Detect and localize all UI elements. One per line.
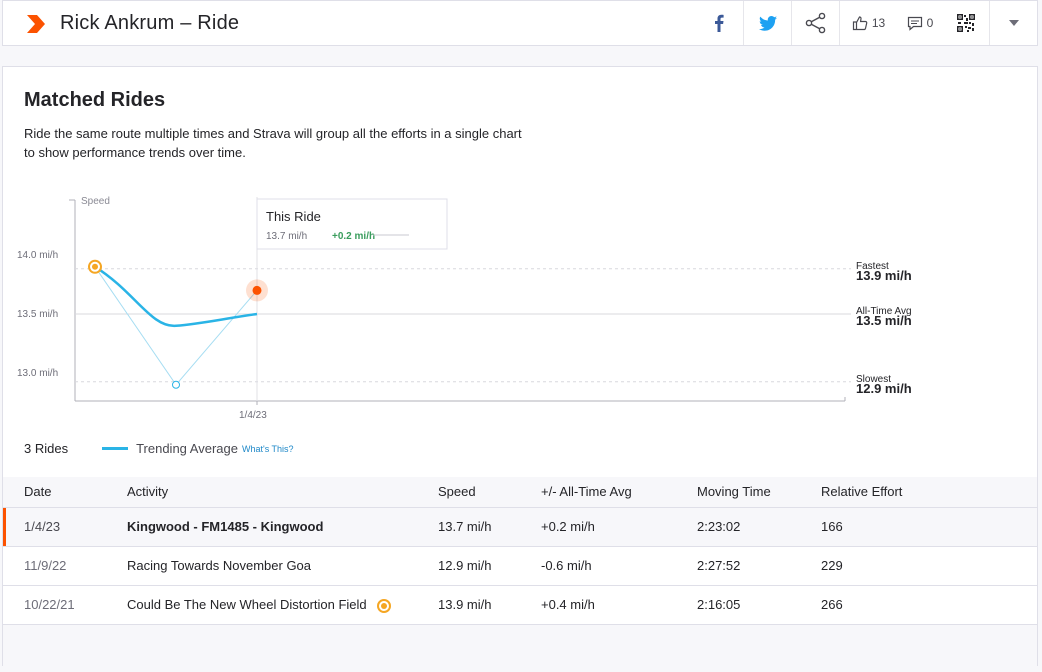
table-row[interactable]: 1/4/23 Kingwood - FM1485 - Kingwood 13.7… — [3, 506, 1037, 546]
page-title: Rick Ankrum – Ride — [60, 12, 240, 34]
facebook-share-button[interactable] — [695, 1, 743, 45]
ride-delta: +0.4 mi/h — [520, 584, 676, 624]
comment-count: 0 — [926, 16, 934, 30]
section-description: Ride the same route multiple times and S… — [24, 126, 522, 160]
chart-legend: 3 Rides Trending Average What's This? — [24, 441, 294, 456]
ride-point — [172, 380, 180, 389]
fastest-ride-point-dot — [92, 263, 98, 270]
y-tick-label: 13.0 mi/h — [17, 368, 58, 379]
activity-header: Rick Ankrum – Ride 13 0 — [2, 0, 1038, 46]
matched-rides-table: Date Activity Speed +/- All-Time Avg Mov… — [3, 477, 1037, 624]
ride-date: 10/22/21 — [3, 584, 106, 624]
trend-legend-swatch — [102, 447, 129, 450]
col-activity[interactable]: Activity — [106, 477, 417, 507]
ride-delta: -0.6 mi/h — [520, 545, 676, 585]
twitter-icon — [758, 15, 777, 31]
ride-date: 1/4/23 — [3, 506, 106, 546]
matched-rides-chart: Speed14.0 mi/h13.5 mi/h13.0 mi/hFastest1… — [17, 196, 912, 421]
trend-legend-label: Trending Average — [136, 441, 238, 456]
fastest-ride-icon — [376, 598, 391, 613]
facebook-icon — [715, 14, 724, 32]
header-actions: 13 0 — [695, 1, 1037, 45]
qr-code-icon — [957, 14, 975, 32]
x-tick-label: 1/4/23 — [239, 410, 267, 421]
share-button[interactable] — [791, 1, 839, 45]
y-tick-label: 14.0 mi/h — [17, 250, 58, 261]
current-ride-point — [252, 285, 262, 295]
col-moving-time[interactable]: Moving Time — [676, 477, 800, 507]
whats-this-link[interactable]: What's This? — [242, 444, 294, 454]
col-delta[interactable]: +/- All-Time Avg — [520, 477, 676, 507]
col-date[interactable]: Date — [3, 477, 106, 507]
ride-moving-time: 2:23:02 — [676, 506, 800, 546]
reference-value: 13.9 mi/h — [856, 268, 912, 283]
comment-button[interactable]: 0 — [897, 1, 943, 45]
panel-footer — [3, 624, 1037, 666]
ride-speed: 13.9 mi/h — [417, 584, 520, 624]
matched-rides-panel: Matched Rides Ride the same route multip… — [2, 66, 1038, 666]
kudos-count: 13 — [871, 16, 886, 30]
tooltip-value: 13.7 mi/h — [266, 231, 307, 242]
ride-relative-effort: 229 — [800, 545, 1037, 585]
ride-activity-link[interactable]: Kingwood - FM1485 - Kingwood — [106, 506, 417, 546]
ride-speed: 12.9 mi/h — [417, 545, 520, 585]
rides-count: 3 Rides — [24, 441, 69, 456]
table-row[interactable]: 11/9/22 Racing Towards November Goa 12.9… — [3, 545, 1037, 585]
trend-series-line — [94, 265, 258, 328]
tooltip-title: This Ride — [266, 209, 321, 224]
caret-down-icon — [1008, 20, 1019, 26]
y-tick-label: 13.5 mi/h — [17, 309, 58, 320]
col-relative-effort[interactable]: Relative Effort — [800, 477, 1037, 507]
table-header-row: Date Activity Speed +/- All-Time Avg Mov… — [3, 477, 1037, 507]
tooltip-delta: +0.2 mi/h — [332, 231, 375, 242]
comment-icon — [907, 16, 922, 31]
strava-logo-icon[interactable] — [25, 13, 47, 35]
ride-activity-link[interactable]: Could Be The New Wheel Distortion Field — [127, 597, 367, 612]
reference-value: 12.9 mi/h — [856, 381, 912, 396]
table-row[interactable]: 10/22/21 Could Be The New Wheel Distorti… — [3, 584, 1037, 624]
ride-moving-time: 2:27:52 — [676, 545, 800, 585]
qr-code-button[interactable] — [943, 1, 989, 45]
ride-delta: +0.2 mi/h — [520, 506, 676, 546]
ride-activity-cell[interactable]: Could Be The New Wheel Distortion Field — [106, 584, 417, 624]
ride-speed: 13.7 mi/h — [417, 506, 520, 546]
ride-activity-link[interactable]: Racing Towards November Goa — [106, 545, 417, 585]
thumbs-up-icon — [852, 16, 868, 31]
ride-relative-effort: 266 — [800, 584, 1037, 624]
ride-moving-time: 2:16:05 — [676, 584, 800, 624]
more-actions-dropdown[interactable] — [989, 1, 1037, 45]
ride-date: 11/9/22 — [3, 545, 106, 585]
kudos-button[interactable]: 13 — [839, 1, 897, 45]
col-speed[interactable]: Speed — [417, 477, 520, 507]
reference-value: 13.5 mi/h — [856, 313, 912, 328]
section-title: Matched Rides — [24, 89, 166, 111]
y-axis-label: Speed — [81, 196, 110, 207]
twitter-share-button[interactable] — [743, 1, 791, 45]
share-icon — [805, 12, 825, 34]
ride-relative-effort: 166 — [800, 506, 1037, 546]
